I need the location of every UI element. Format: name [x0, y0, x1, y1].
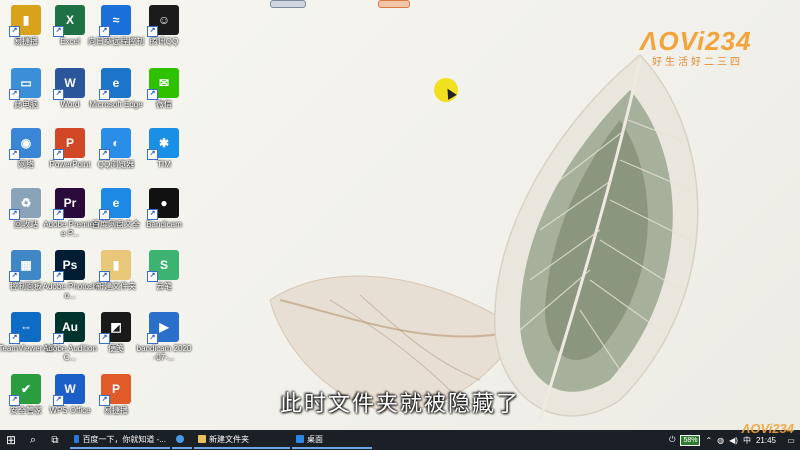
shortcut-arrow-icon: ↗ — [147, 26, 158, 37]
task-view-icon: ⧉ — [51, 434, 59, 446]
notification-icon: ▭ — [787, 435, 795, 445]
shortcut-arrow-icon: ↗ — [99, 89, 110, 100]
power-plug-icon[interactable]: ⏻ — [669, 435, 675, 445]
desktop-icon-item[interactable]: ☺ ↗ 腾讯QQ — [136, 3, 192, 61]
shortcut-arrow-icon: ↗ — [9, 333, 20, 344]
logo-tagline: 好生活好二三四 — [652, 57, 743, 68]
notes-icon: S ↗ — [147, 250, 179, 282]
shortcut-arrow-icon: ↗ — [9, 209, 20, 220]
shortcut-arrow-icon: ↗ — [99, 271, 110, 282]
ie-icon: e ↗ — [99, 188, 131, 220]
shortcut-arrow-icon: ↗ — [9, 26, 20, 37]
browser-icon — [74, 435, 80, 443]
shortcut-arrow-icon: ↗ — [99, 209, 110, 220]
search-button[interactable]: ⌕ — [22, 430, 44, 450]
shortcut-arrow-icon: ↗ — [53, 271, 64, 282]
edge-icon: e ↗ — [99, 68, 131, 100]
audition-icon: Au ↗ — [53, 312, 85, 344]
video-progress-bar[interactable] — [270, 0, 306, 8]
desktop-icon — [296, 435, 304, 443]
desktop-icon-item[interactable]: ● ↗ Bandicam — [136, 186, 192, 244]
control-panel-icon: ▦ ↗ — [9, 250, 41, 282]
qq-icon: ☺ ↗ — [147, 5, 179, 37]
corner-watermark: ɅOVi234 — [741, 421, 794, 436]
word-icon: W ↗ — [53, 68, 85, 100]
brand-logo: ɅOVi234 好生活好二三四 — [640, 26, 780, 71]
network-icon[interactable]: ◍ — [717, 436, 724, 445]
task-view-button[interactable]: ⧉ — [44, 430, 66, 450]
shortcut-arrow-icon: ↗ — [99, 149, 110, 160]
desktop-icon-item[interactable]: ▶ ↗ bandicam 2020-07-... — [136, 310, 192, 368]
shortcut-arrow-icon: ↗ — [53, 333, 64, 344]
remote-app-icon — [176, 435, 184, 443]
shortcut-arrow-icon: ↗ — [147, 333, 158, 344]
taskbar-item-label: 桌面 — [307, 434, 323, 444]
desktop-icon-item[interactable]: S ↗ 云笔 — [136, 248, 192, 306]
shortcut-arrow-icon: ↗ — [147, 89, 158, 100]
sunflower-remote-icon: ≈ ↗ — [99, 5, 131, 37]
video-subtitle: 此时文件夹就被隐藏了 — [279, 392, 520, 417]
shortcut-arrow-icon: ↗ — [147, 149, 158, 160]
recycle-bin-icon: ♻ ↗ — [9, 188, 41, 220]
desktop-icon-label: 微信 — [156, 100, 172, 109]
this-pc-icon: ▭ ↗ — [9, 68, 41, 100]
taskbar: ⊞ ⌕ ⧉ 百度一下，你就知道 -... 新建文件夹 桌面 ⏻ 58% ⌃ ◍ … — [0, 430, 800, 450]
shortcut-arrow-icon: ↗ — [147, 209, 158, 220]
tim-icon: ✱ ↗ — [147, 128, 179, 160]
battery-indicator[interactable]: 58% — [680, 434, 701, 446]
excel-icon: X ↗ — [53, 5, 85, 37]
qq-browser-icon: ◐ ↗ — [99, 128, 131, 160]
shortcut-arrow-icon: ↗ — [53, 89, 64, 100]
shortcut-arrow-icon: ↗ — [9, 271, 20, 282]
taskbar-item-label: 百度一下，你就知道 -... — [82, 434, 166, 444]
volume-icon[interactable]: ◀) — [729, 436, 738, 445]
sticky-notes-icon: ◩ ↗ — [99, 312, 131, 344]
teamviewer-icon: ⇔ ↗ — [9, 312, 41, 344]
taskbar-item-remote[interactable] — [172, 431, 192, 449]
wechat-icon: ✉ ↗ — [147, 68, 179, 100]
taskbar-item-browser[interactable]: 百度一下，你就知道 -... — [70, 431, 170, 449]
folder-icon — [198, 435, 206, 443]
shortcut-arrow-icon: ↗ — [53, 26, 64, 37]
system-tray: ⏻ 58% ⌃ ◍ ◀) 中 21:45 — [669, 434, 782, 446]
taskbar-item-folder[interactable]: 新建文件夹 — [194, 431, 290, 449]
windows-logo-icon: ⊞ — [5, 433, 17, 447]
network-icon: ◉ ↗ — [9, 128, 41, 160]
tray-chevron-icon[interactable]: ⌃ — [705, 436, 712, 445]
taskbar-item-label: 新建文件夹 — [209, 434, 249, 444]
desktop-icon-label: 云笔 — [156, 282, 172, 291]
new-folder-icon: ▮ ↗ — [99, 250, 131, 282]
search-icon: ⌕ — [29, 433, 37, 446]
clock[interactable]: 21:45 — [756, 436, 776, 445]
desktop-icon-item[interactable]: ✱ ↗ TIM — [136, 126, 192, 184]
desktop-icon-label: 腾讯QQ — [149, 37, 179, 46]
ime-indicator[interactable]: 中 — [743, 435, 751, 446]
premiere-icon: Pr ↗ — [53, 188, 85, 220]
folder-icon: ▮ ↗ — [9, 5, 41, 37]
shortcut-arrow-icon: ↗ — [53, 209, 64, 220]
desktop-icon-item[interactable]: ✉ ↗ 微信 — [136, 66, 192, 124]
desktop-icon-label: bandicam 2020-07-... — [136, 344, 192, 362]
shortcut-arrow-icon: ↗ — [99, 333, 110, 344]
shortcut-arrow-icon: ↗ — [53, 149, 64, 160]
shortcut-arrow-icon: ↗ — [9, 89, 20, 100]
volume-bar[interactable] — [378, 0, 410, 8]
shortcut-arrow-icon: ↗ — [99, 26, 110, 37]
desktop-icon-label: TIM — [157, 160, 171, 169]
photoshop-icon: Ps ↗ — [53, 250, 85, 282]
video-file-icon: ▶ ↗ — [147, 312, 179, 344]
shortcut-arrow-icon: ↗ — [9, 149, 20, 160]
desktop-icon-label: Bandicam — [146, 220, 182, 229]
powerpoint-icon: P ↗ — [53, 128, 85, 160]
start-button[interactable]: ⊞ — [0, 430, 22, 450]
taskbar-item-desktop[interactable]: 桌面 — [292, 431, 372, 449]
shortcut-arrow-icon: ↗ — [147, 271, 158, 282]
bandicam-icon: ● ↗ — [147, 188, 179, 220]
